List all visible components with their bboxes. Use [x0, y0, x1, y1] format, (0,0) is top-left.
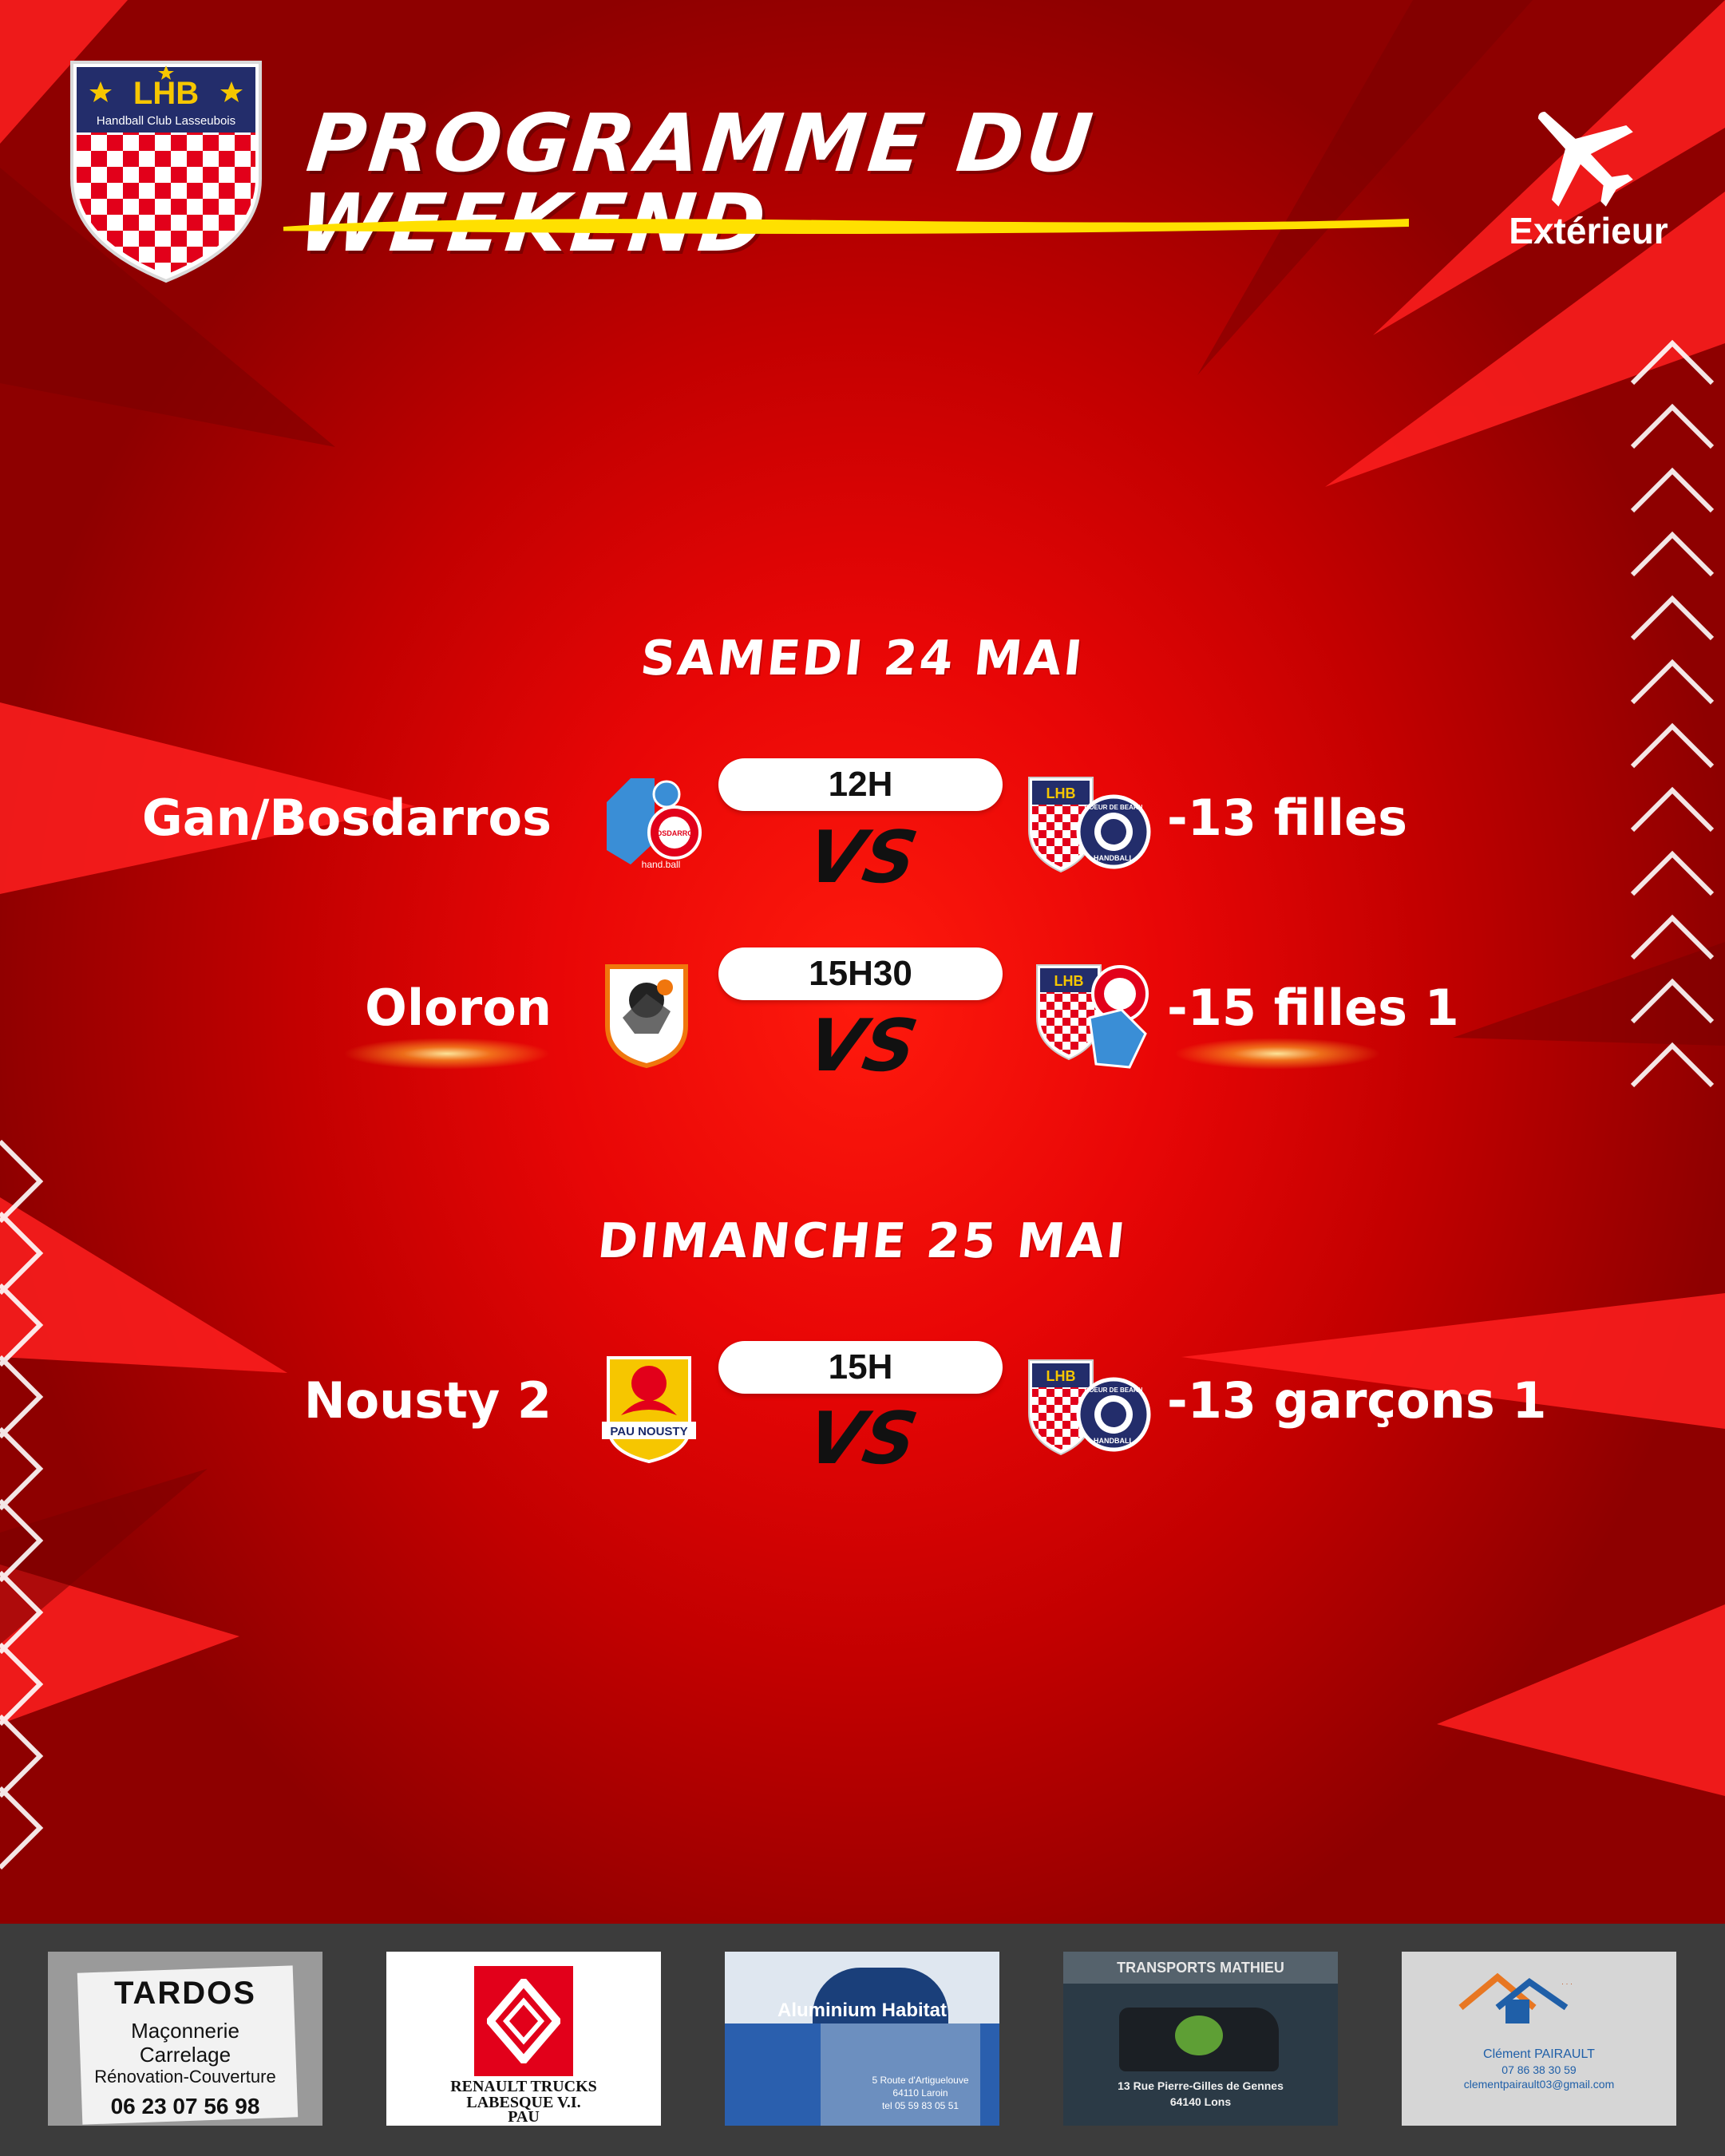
- match-time-1: 12H: [718, 758, 1003, 811]
- sponsor-tardos-phone: 06 23 07 56 98: [110, 2094, 260, 2118]
- vs-label-2: VS: [801, 1004, 924, 1088]
- renault-diamond-icon: [487, 1979, 560, 2063]
- glow-right: [1173, 1038, 1381, 1070]
- sponsor-transports-line-1: 13 Rue Pierre-Gilles de Gennes: [1118, 2079, 1284, 2092]
- sponsor-transports-mathieu[interactable]: TRANSPORTS MATHIEU 13 Rue Pierre-Gilles …: [1063, 1952, 1338, 2126]
- coeur-bearn-text-2: COEUR DE BEARN: [1085, 1387, 1143, 1394]
- away-team-3: -13 garçons 1: [1167, 1371, 1547, 1430]
- away-team-1: -13 filles: [1167, 789, 1408, 847]
- title-underline: [283, 219, 1409, 234]
- match-time-3: 15H: [718, 1341, 1003, 1394]
- sponsor-aluminium-name: Aluminium Habitat: [777, 2000, 947, 2021]
- vs-label-1: VS: [801, 816, 924, 900]
- coeur-bearn-text: COEUR DE BEARN: [1085, 804, 1143, 811]
- sponsor-tardos-name: TARDOS: [114, 1976, 256, 2011]
- sponsor-aluminium-habitat[interactable]: Aluminium Habitat 5 Route d'Artiguelouve…: [725, 1952, 999, 2126]
- coeur-bearn-subtext: HANDBALL: [1094, 854, 1134, 862]
- away-team-2: -15 filles 1: [1167, 979, 1459, 1037]
- location-label: Extérieur: [1509, 210, 1668, 251]
- mini-crest-abbr-2: LHB: [1054, 973, 1084, 989]
- sponsor-transports-line-2: 64140 Lons: [1169, 2095, 1232, 2108]
- sponsor-tardos[interactable]: TARDOS Maçonnerie Carrelage Rénovation-C…: [48, 1952, 322, 2126]
- sponsor-aluminium-line-1: 5 Route d'Artiguelouve: [872, 2075, 969, 2086]
- coeur-bearn-subtext-2: HANDBALL: [1094, 1437, 1134, 1445]
- day-heading-sunday: DIMANCHE 25 MAI: [595, 1213, 1130, 1269]
- mini-crest-abbr: LHB: [1046, 785, 1076, 801]
- sponsor-renault-line-2: PAU: [508, 2108, 540, 2126]
- sponsor-transports-name: TRANSPORTS MATHIEU: [1117, 1960, 1284, 1976]
- house-roof-icon: [1458, 1972, 1569, 2023]
- sponsor-aluminium-line-2: 64110 Laroin: [892, 2087, 948, 2099]
- bosdarros-logo-subtext: hand.ball: [642, 859, 681, 870]
- sponsor-pairault-phone: 07 86 38 30 59: [1501, 2063, 1577, 2076]
- poster: LHB Handball Club Lasseubois PROGRAMME D…: [0, 0, 1725, 2156]
- crest-abbr: LHB: [133, 76, 199, 111]
- sponsor-clement-pairault[interactable]: · · · Clément PAIRAULT 07 86 38 30 59 cl…: [1402, 1952, 1676, 2126]
- sponsor-aluminium-line-3: tel 05 59 83 05 51: [881, 2100, 959, 2111]
- sponsor-tardos-line-1: Maçonnerie: [131, 2019, 239, 2043]
- crest-club-name: Handball Club Lasseubois: [97, 114, 235, 128]
- sponsor-pairault-name: Clément PAIRAULT: [1483, 2047, 1595, 2061]
- home-team-1: Gan/Bosdarros: [141, 789, 552, 847]
- mini-crest-abbr-3: LHB: [1046, 1368, 1076, 1384]
- day-heading-saturday: SAMEDI 24 MAI: [638, 631, 1087, 686]
- club-crest-logo: LHB Handball Club Lasseubois: [70, 61, 262, 283]
- lhb-coeur-de-bearn-logo-2: LHB COEUR DE BEARN HANDBALL: [1028, 1359, 1151, 1456]
- oloron-logo: [605, 964, 688, 1069]
- lhb-bosdarros-logo: LHB: [1036, 964, 1149, 1069]
- sponsor-renault-trucks[interactable]: RENAULT TRUCKS LABESQUE V.I. PAU: [386, 1952, 661, 2126]
- match-time-2: 15H30: [718, 947, 1003, 1000]
- sponsor-tardos-line-2: Carrelage: [139, 2043, 231, 2067]
- home-team-2: Oloron: [365, 979, 552, 1037]
- home-team-3: Nousty 2: [303, 1371, 552, 1430]
- glow-left: [343, 1038, 551, 1070]
- pau-nousty-logo-text: PAU NOUSTY: [610, 1425, 687, 1438]
- lhb-coeur-de-bearn-logo: LHB COEUR DE BEARN HANDBALL: [1028, 777, 1151, 873]
- airplane-icon: [1537, 111, 1633, 207]
- bosdarros-logo-text: BOSDARROS: [651, 829, 698, 837]
- pau-nousty-logo: PAU NOUSTY: [602, 1356, 696, 1464]
- bosdarros-logo: BOSDARROS hand.ball: [607, 778, 702, 870]
- sponsor-pairault-email: clementpairault03@gmail.com: [1463, 2078, 1615, 2091]
- sponsor-tardos-line-3: Rénovation-Couverture: [94, 2067, 276, 2087]
- vs-label-3: VS: [801, 1397, 924, 1481]
